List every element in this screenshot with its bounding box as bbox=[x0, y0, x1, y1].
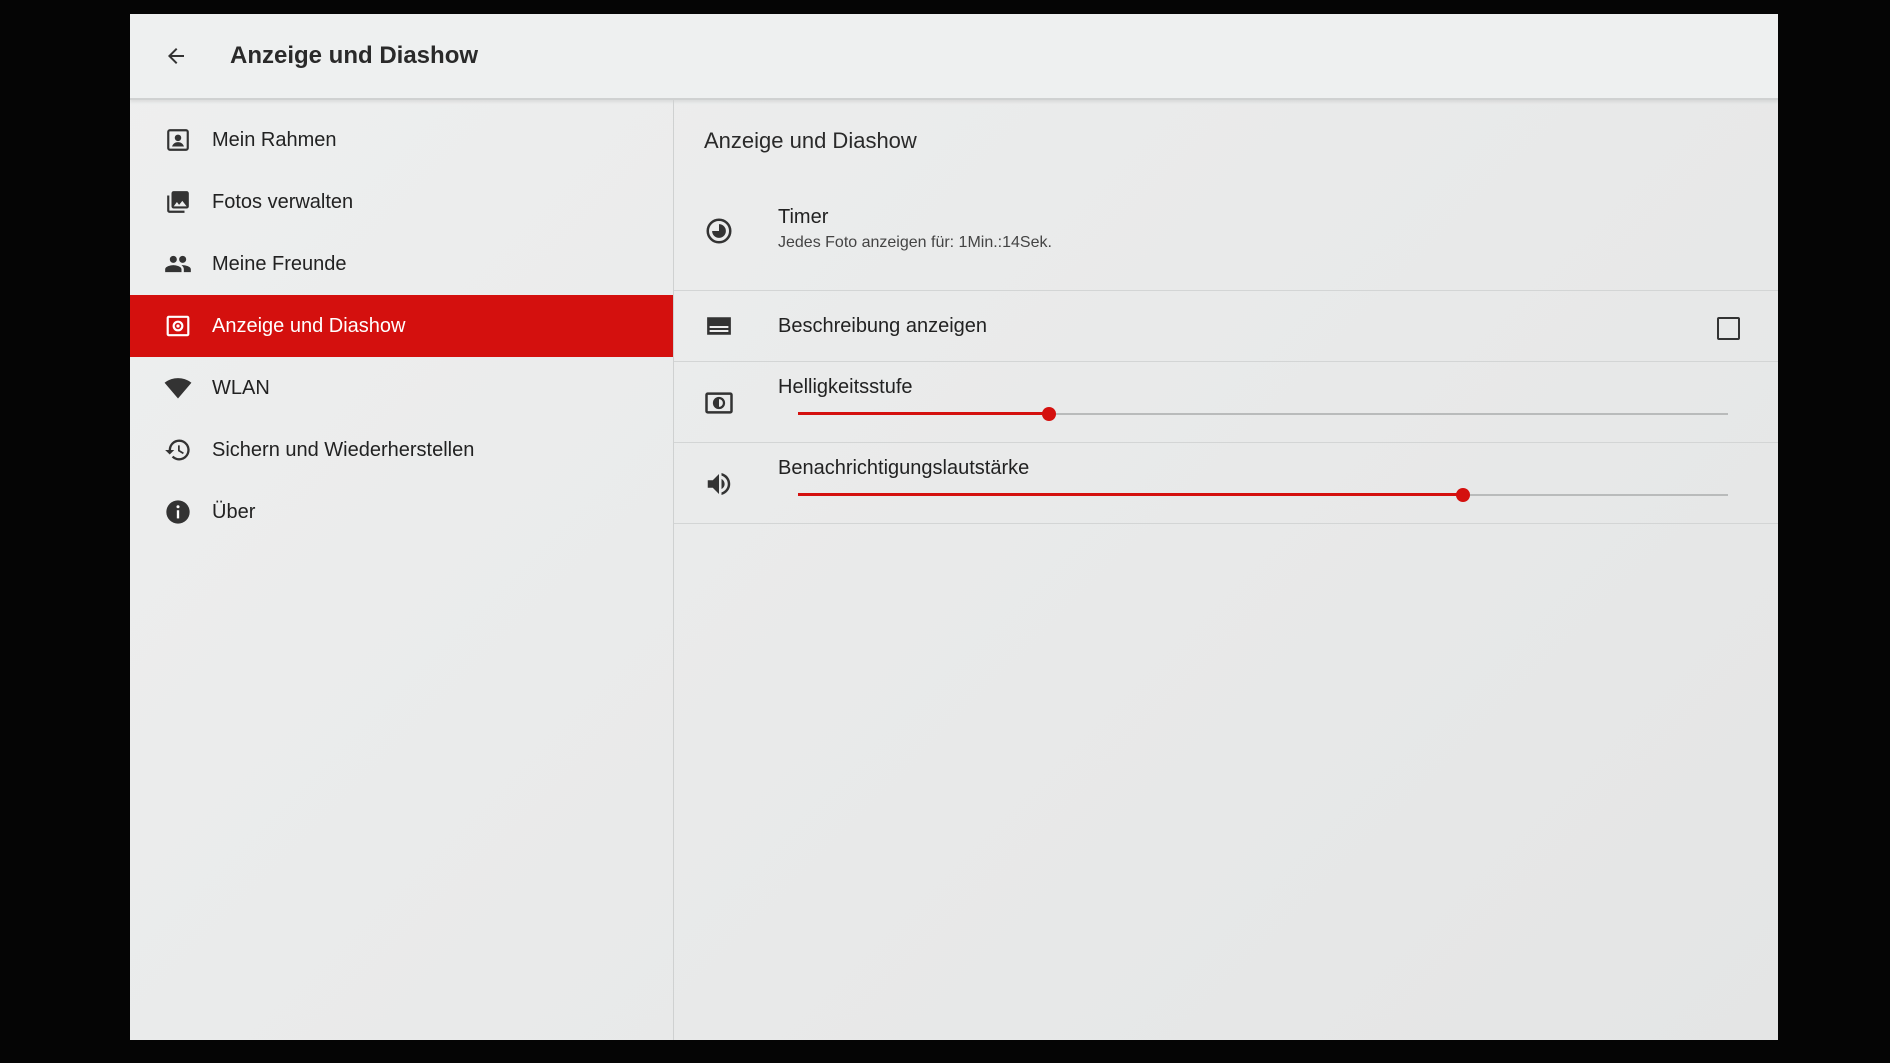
subtitles-icon bbox=[704, 311, 734, 341]
sidebar-item-label: Meine Freunde bbox=[212, 252, 347, 275]
brightness-slider-fill bbox=[798, 412, 1050, 415]
backup-restore-icon bbox=[164, 436, 192, 464]
page-title: Anzeige und Diashow bbox=[230, 42, 479, 69]
volume-icon bbox=[704, 469, 734, 499]
section-title: Anzeige und Diashow bbox=[704, 128, 917, 153]
notification-volume-slider-fill bbox=[798, 493, 1463, 496]
notification-volume-slider-thumb[interactable] bbox=[1455, 488, 1470, 502]
sidebar-item-mein-rahmen[interactable]: Mein Rahmen bbox=[130, 109, 673, 171]
screen: Anzeige und Diashow Mein Rahmen Fotos ve… bbox=[130, 14, 1778, 1040]
sidebar-item-anzeige-und-diashow[interactable]: Anzeige und Diashow bbox=[130, 295, 673, 357]
sidebar: Mein Rahmen Fotos verwalten Meine Freund… bbox=[130, 100, 674, 1040]
sidebar-item-label: WLAN bbox=[212, 376, 270, 399]
sidebar-item-meine-freunde[interactable]: Meine Freunde bbox=[130, 233, 673, 295]
timer-title: Timer bbox=[778, 206, 829, 228]
display-settings-icon bbox=[164, 312, 192, 340]
description-row[interactable]: Beschreibung anzeigen bbox=[674, 291, 1778, 362]
timer-subtitle: Jedes Foto anzeigen für: 1Min.:14Sek. bbox=[778, 234, 1052, 251]
sidebar-item-label: Über bbox=[212, 500, 256, 523]
sidebar-item-label: Fotos verwalten bbox=[212, 190, 354, 213]
sidebar-item-ueber[interactable]: Über bbox=[130, 481, 673, 543]
people-icon bbox=[164, 250, 192, 278]
settings-panel: Anzeige und Diashow Timer Jedes Foto anz… bbox=[674, 100, 1778, 1040]
notification-volume-slider[interactable] bbox=[798, 485, 1728, 505]
photo-library-icon bbox=[164, 188, 192, 216]
brightness-slider[interactable] bbox=[798, 404, 1728, 424]
arrow-back-icon bbox=[168, 48, 184, 64]
timer-icon bbox=[704, 216, 734, 246]
brightness-row: Helligkeitsstufe bbox=[674, 362, 1778, 443]
app-bar: Anzeige und Diashow bbox=[130, 14, 1778, 100]
portrait-frame-icon bbox=[164, 126, 192, 154]
sidebar-item-fotos-verwalten[interactable]: Fotos verwalten bbox=[130, 171, 673, 233]
sidebar-item-label: Mein Rahmen bbox=[212, 128, 337, 151]
sidebar-item-label: Anzeige und Diashow bbox=[212, 314, 406, 337]
brightness-icon bbox=[704, 388, 734, 418]
notification-volume-row: Benachrichtigungslautstärke bbox=[674, 443, 1778, 524]
notification-volume-title: Benachrichtigungslautstärke bbox=[778, 457, 1030, 479]
brightness-title: Helligkeitsstufe bbox=[778, 376, 913, 398]
back-button[interactable] bbox=[156, 36, 196, 76]
wifi-icon bbox=[164, 374, 192, 402]
description-title: Beschreibung anzeigen bbox=[778, 315, 988, 337]
timer-row[interactable]: Timer Jedes Foto anzeigen für: 1Min.:14S… bbox=[674, 180, 1778, 291]
sidebar-item-wlan[interactable]: WLAN bbox=[130, 357, 673, 419]
description-checkbox[interactable] bbox=[1717, 317, 1740, 340]
sidebar-item-sichern-und-wiederherstellen[interactable]: Sichern und Wiederherstellen bbox=[130, 419, 673, 481]
brightness-slider-thumb[interactable] bbox=[1042, 407, 1057, 421]
info-icon bbox=[164, 498, 192, 526]
sidebar-item-label: Sichern und Wiederherstellen bbox=[212, 438, 475, 461]
